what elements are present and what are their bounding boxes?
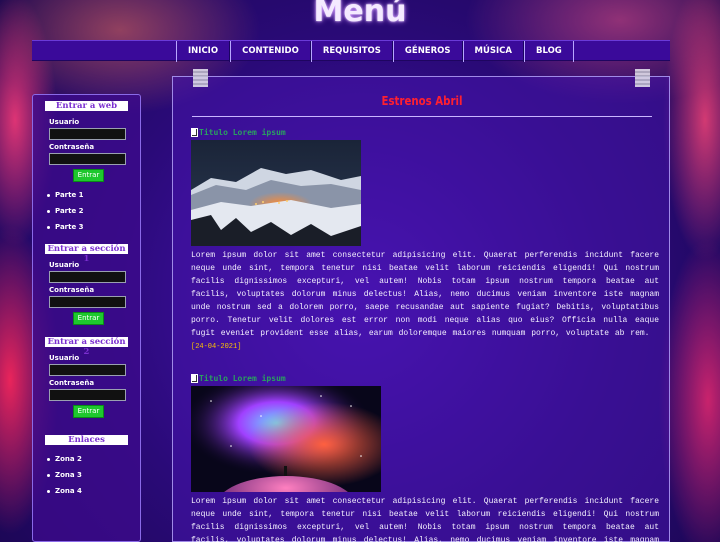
login-user-label: Usuario [49, 118, 80, 126]
section2-block: Entrar a sección 2 Usuario Contraseña En… [41, 337, 132, 418]
links-block: Enlaces Zona 2 Zona 3 Zona 4 [41, 435, 132, 499]
nav-item-blog[interactable]: BLOG [523, 41, 574, 62]
login-pass-input[interactable] [49, 153, 126, 165]
tape-decoration-left [193, 69, 208, 87]
section1-pass-label: Contraseña [49, 286, 95, 294]
login-heading: Entrar a web [45, 101, 128, 111]
section2-pass-label: Contraseña [49, 379, 95, 387]
section2-heading: Entrar a sección 2 [45, 337, 128, 357]
nav-item-contenido[interactable]: CONTENIDO [230, 41, 311, 62]
login-pass-label: Contraseña [49, 143, 95, 151]
section-title: Estrenos Abril [381, 94, 463, 108]
section1-user-label: Usuario [49, 261, 80, 269]
link-zona-4[interactable]: Zona 4 [47, 483, 132, 499]
login-user-input[interactable] [49, 128, 126, 140]
zone-links-list: Zona 2 Zona 3 Zona 4 [47, 451, 132, 499]
nav-item-generos[interactable]: GÉNEROS [392, 41, 463, 62]
section2-user-label: Usuario [49, 354, 80, 362]
login-submit-button[interactable]: Entrar [73, 169, 104, 182]
link-parte-1[interactable]: Parte 1 [47, 187, 132, 203]
document-icon [191, 373, 198, 383]
post-2-galaxy-image [191, 386, 381, 492]
main-content: Estrenos Abril Titulo Lorem ipsum Lorem … [172, 69, 670, 542]
nav-item-inicio[interactable]: INICIO [176, 41, 231, 62]
post-2: Titulo Lorem ipsum Lorem ipsum dolor sit… [191, 373, 659, 542]
section1-user-input[interactable] [49, 271, 126, 283]
post-2-title-row: Titulo Lorem ipsum [191, 373, 659, 383]
sidebar: Entrar a web Usuario Contraseña Entrar P… [32, 94, 141, 542]
post-1-mountain-image [191, 140, 361, 246]
post-2-body: Lorem ipsum dolor sit amet consectetur a… [191, 497, 659, 542]
tape-decoration-right [635, 69, 650, 87]
section2-submit-button[interactable]: Entrar [73, 405, 104, 418]
section1-submit-button[interactable]: Entrar [73, 312, 104, 325]
section1-block: Entrar a sección 1 Usuario Contraseña En… [41, 244, 132, 325]
post-1: Titulo Lorem ipsum Lorem ipsum dolor sit… [191, 127, 659, 351]
nav-item-musica[interactable]: MÚSICA [462, 41, 524, 62]
post-1-title[interactable]: Titulo Lorem ipsum [199, 128, 286, 137]
link-zona-3[interactable]: Zona 3 [47, 467, 132, 483]
link-parte-2[interactable]: Parte 2 [47, 203, 132, 219]
section2-user-input[interactable] [49, 364, 126, 376]
links-heading: Enlaces [45, 435, 128, 445]
nav-item-requisitos[interactable]: REQUISITOS [310, 41, 393, 62]
post-1-date: [24-04-2021] [191, 342, 242, 351]
section-divider [192, 116, 652, 117]
section1-pass-input[interactable] [49, 296, 126, 308]
section1-heading: Entrar a sección 1 [45, 244, 128, 264]
post-1-title-row: Titulo Lorem ipsum [191, 127, 659, 137]
document-icon [191, 127, 198, 137]
link-parte-3[interactable]: Parte 3 [47, 219, 132, 235]
link-zona-2[interactable]: Zona 2 [47, 451, 132, 467]
login-links-list: Parte 1 Parte 2 Parte 3 [47, 187, 132, 235]
post-1-body: Lorem ipsum dolor sit amet consectetur a… [191, 251, 659, 338]
top-navbar: INICIO CONTENIDO REQUISITOS GÉNEROS MÚSI… [32, 40, 670, 62]
login-block: Entrar a web Usuario Contraseña Entrar P… [41, 101, 132, 235]
page-title: Menú [313, 0, 407, 29]
nav-menu: INICIO CONTENIDO REQUISITOS GÉNEROS MÚSI… [176, 41, 574, 62]
section2-pass-input[interactable] [49, 389, 126, 401]
post-2-title[interactable]: Titulo Lorem ipsum [199, 374, 286, 383]
